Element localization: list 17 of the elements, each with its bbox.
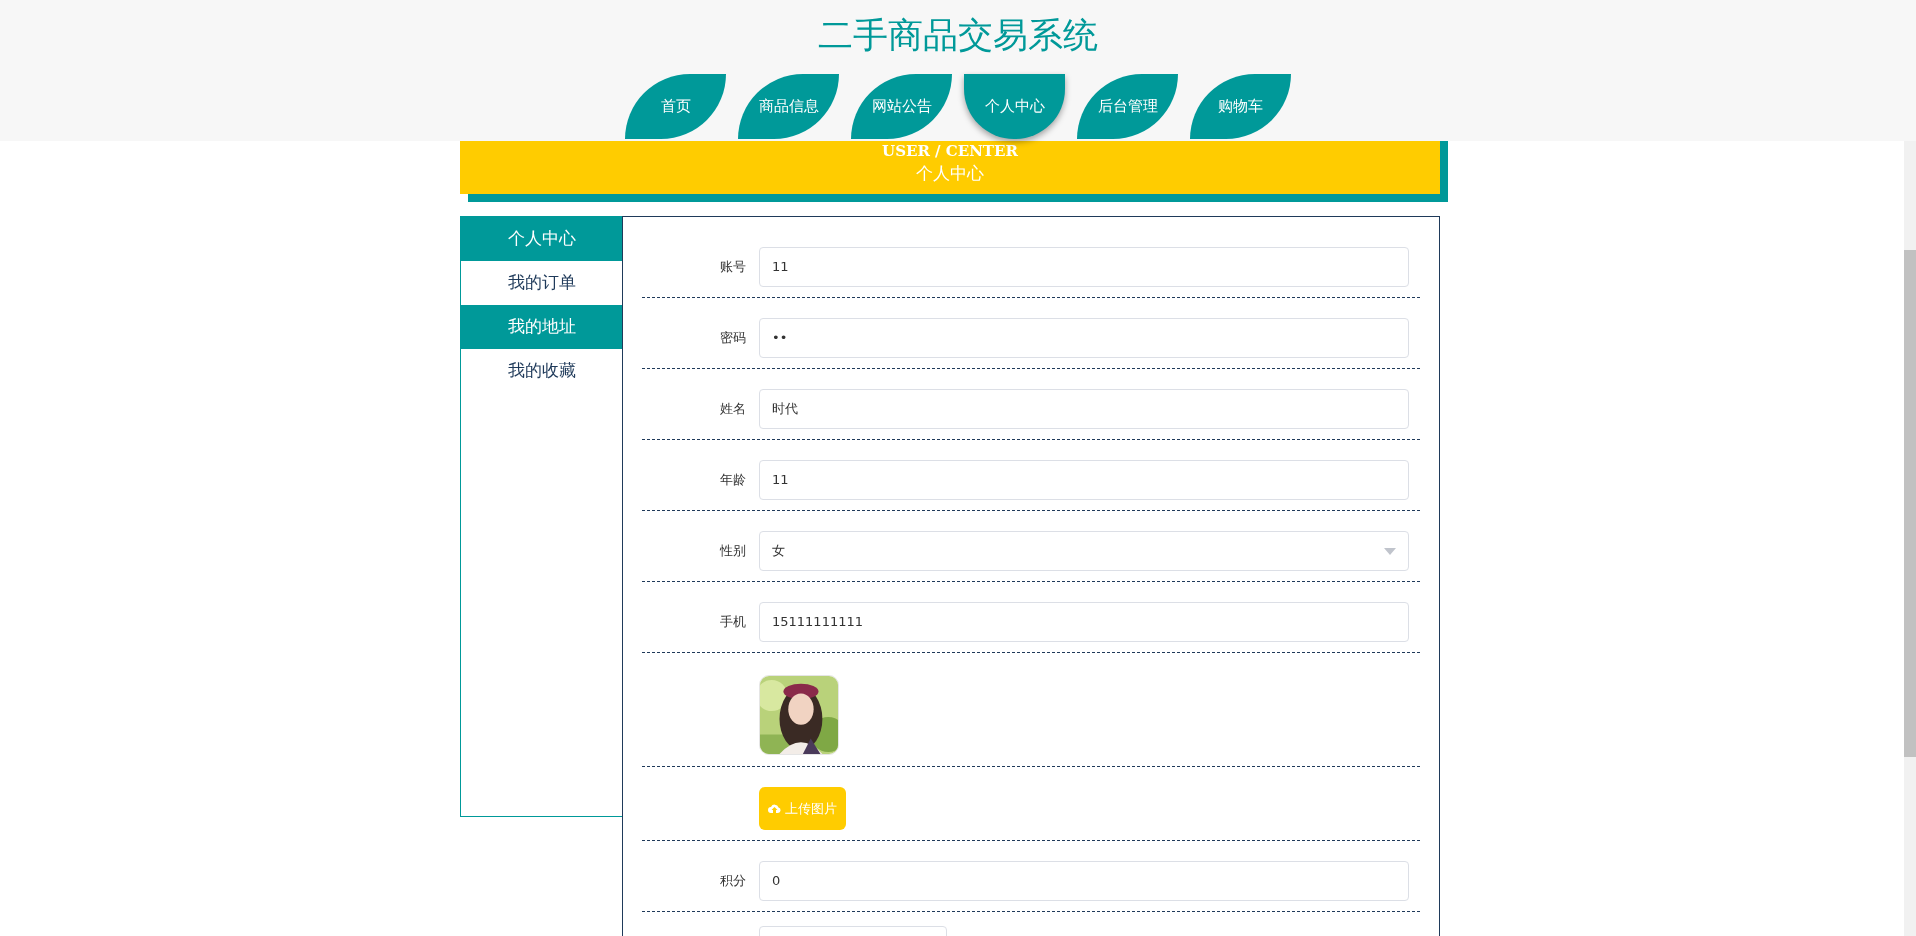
banner-title: 个人中心 — [916, 162, 984, 185]
text-field[interactable]: 11 — [759, 460, 1409, 500]
text-field[interactable]: 15111111111 — [759, 602, 1409, 642]
field-label: 密码 — [719, 329, 746, 348]
text-field[interactable]: 0 — [759, 861, 1409, 901]
banner-subtitle: USER / CENTER — [882, 142, 1018, 160]
field-label: 性别 — [719, 542, 746, 561]
select-field[interactable]: 女 — [759, 531, 1409, 571]
text-field[interactable]: 时代 — [759, 389, 1409, 429]
field-label: 姓名 — [719, 400, 746, 419]
field-label: 年龄 — [719, 471, 746, 490]
field-label: 账号 — [719, 258, 746, 277]
field-label: 手机 — [719, 613, 746, 632]
site-title: 二手商品交易系统 — [818, 14, 1098, 57]
text-field[interactable]: 11 — [759, 247, 1409, 287]
text-field[interactable]: •• — [759, 318, 1409, 358]
field-label: 积分 — [719, 872, 746, 891]
